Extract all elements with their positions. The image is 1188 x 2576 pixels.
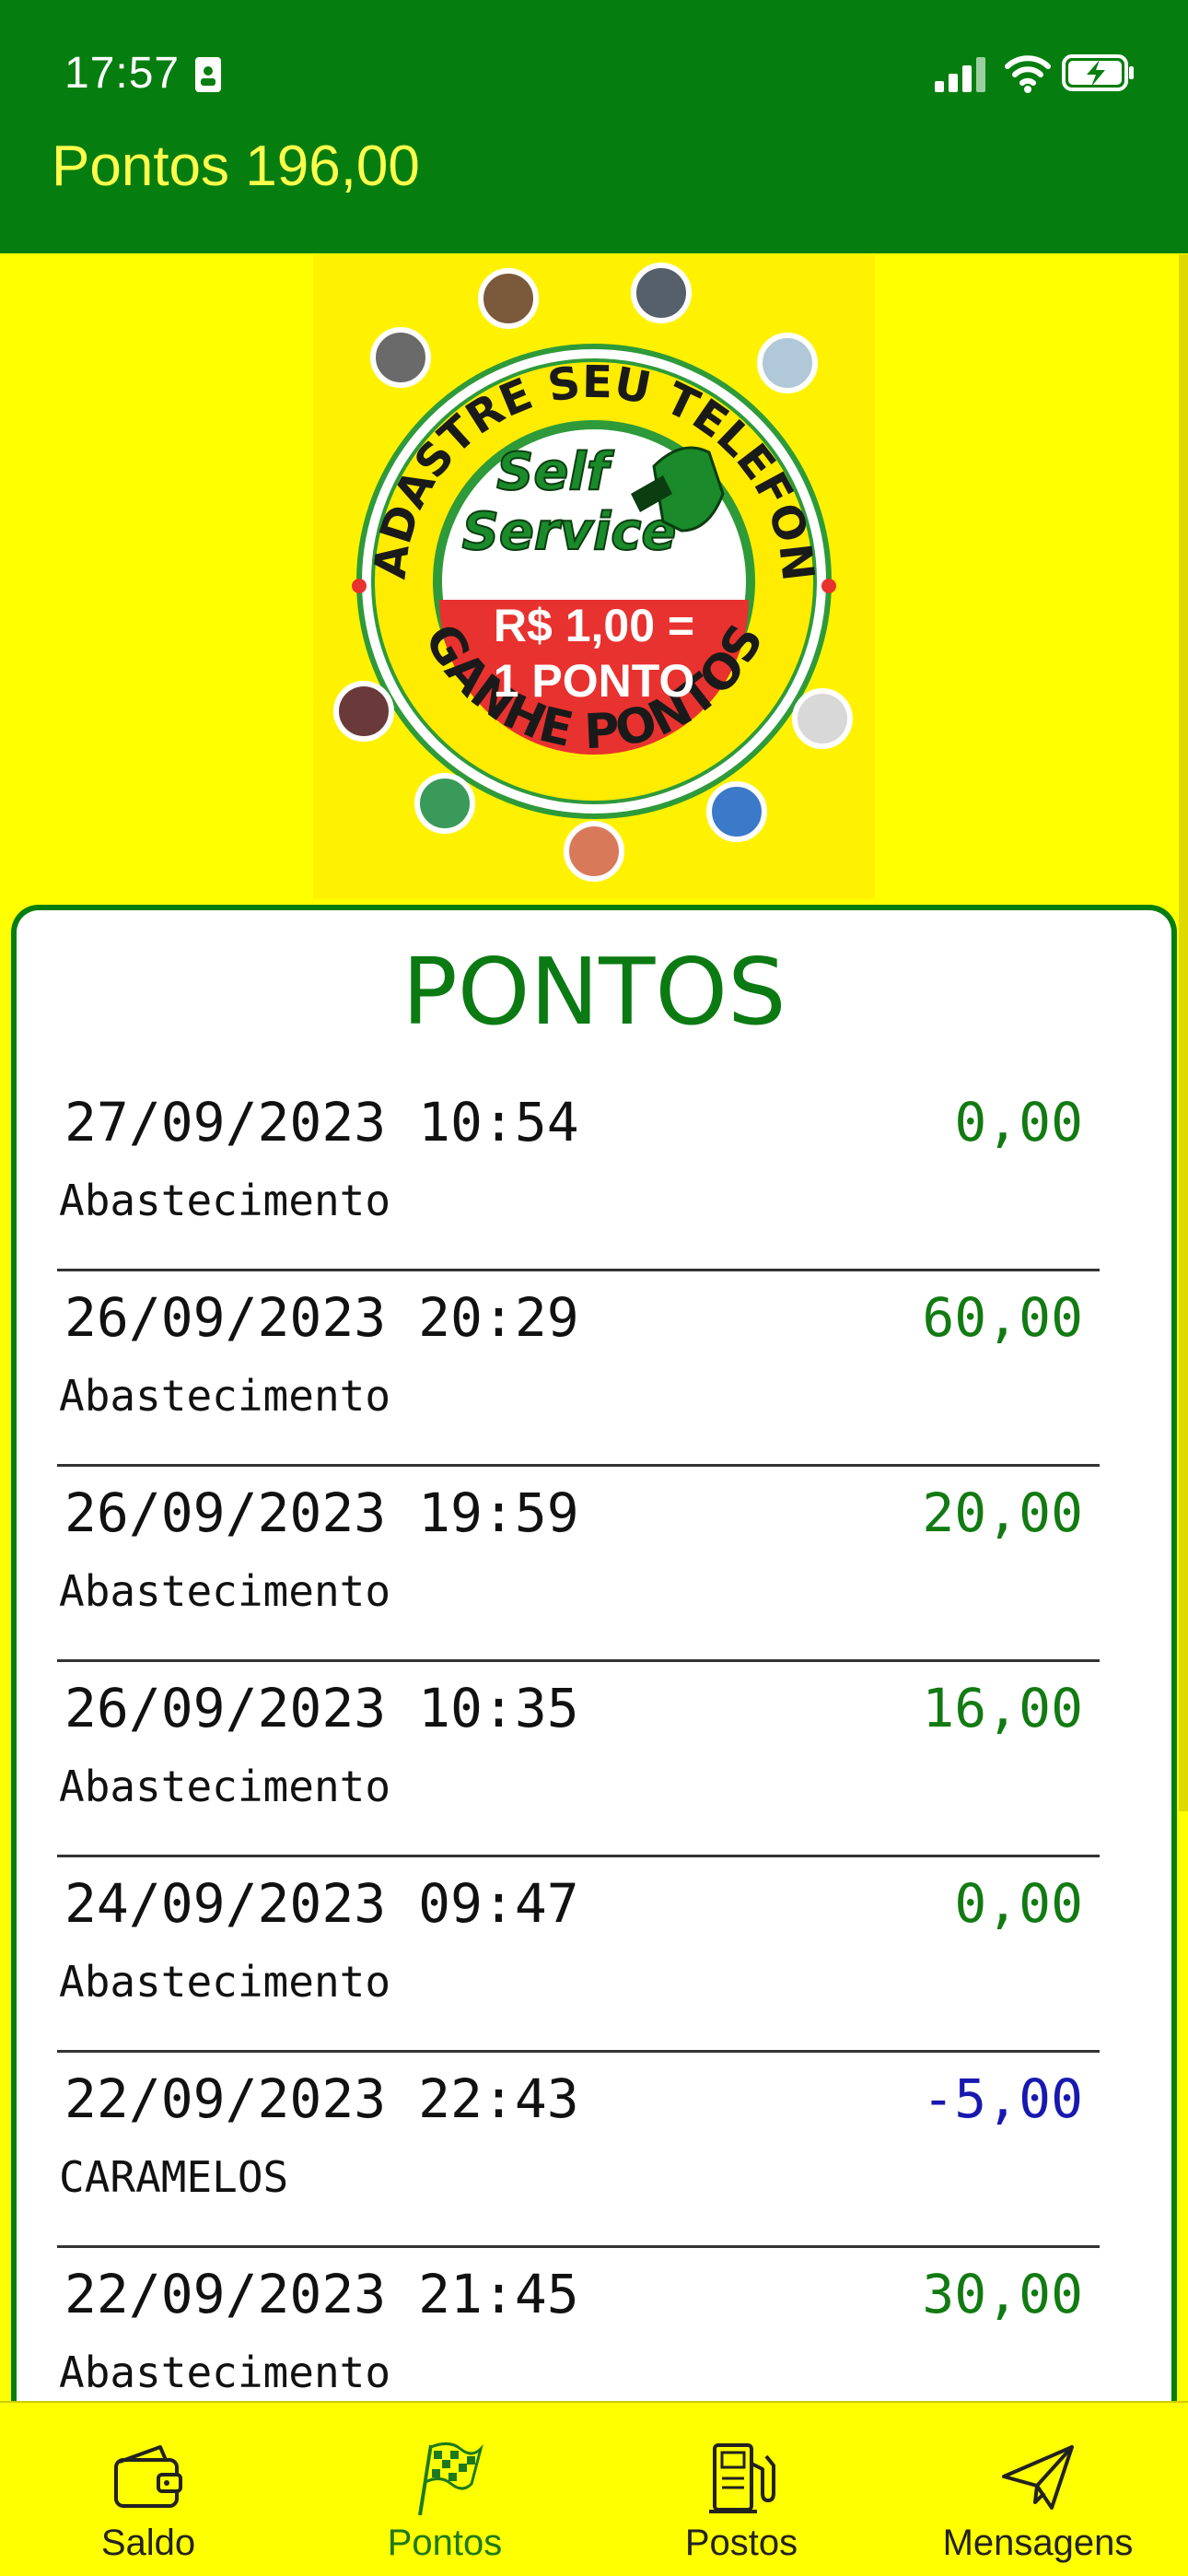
entry-value: 60,00: [922, 1286, 1083, 1349]
nav-label-postos: Postos: [684, 2523, 798, 2563]
entry-value: 0,00: [954, 1872, 1083, 1935]
nav-label-saldo: Saldo: [100, 2523, 196, 2563]
entry-date: 26/09/2023 19:59: [64, 1481, 579, 1544]
entry-value: 0,00: [954, 1091, 1083, 1153]
entry-description: Abastecimento: [59, 1371, 391, 1421]
promo-banner: CADASTRE SEU TELEFONE GANHE PONTOS Self …: [313, 254, 875, 899]
checkered-flag-icon: [418, 2442, 483, 2516]
entry-description: Abastecimento: [59, 1762, 391, 1811]
banner-rate-line1: R$ 1,00 =: [494, 600, 694, 651]
entry-description: Abastecimento: [59, 1957, 391, 2007]
entry-description: Abastecimento: [59, 1176, 391, 1225]
points-balance-title: Pontos 196,00: [52, 135, 420, 198]
list-item[interactable]: 22/09/2023 22:43 -5,00 CARAMELOS: [57, 2053, 1100, 2248]
banner-self-text: Self: [496, 442, 615, 502]
list-item[interactable]: 26/09/2023 19:59 20,00 Abastecimento: [57, 1467, 1100, 1662]
signal-strength-icon: [935, 57, 985, 92]
battery-charging-icon: [1062, 54, 1134, 91]
nav-label-mensagens: Mensagens: [942, 2523, 1134, 2563]
banner-service-text: Service: [462, 502, 677, 562]
nav-item-pontos[interactable]: Pontos: [297, 2403, 593, 2576]
list-item[interactable]: 22/09/2023 21:45 30,00 Abastecimento: [57, 2248, 1100, 2416]
fuel-pump-icon: [709, 2443, 775, 2513]
entry-date: 22/09/2023 21:45: [64, 2263, 579, 2325]
list-item[interactable]: 26/09/2023 10:35 16,00 Abastecimento: [57, 1662, 1100, 1857]
entry-description: CARAMELOS: [59, 2152, 289, 2202]
bottom-navigation: Saldo Pontos Postos Mensagens: [0, 2401, 1188, 2576]
entry-date: 26/09/2023 10:35: [64, 1677, 579, 1739]
banner-rate-line2: 1 PONTO: [494, 655, 695, 707]
entry-value: 16,00: [922, 1677, 1083, 1739]
entry-date: 24/09/2023 09:47: [64, 1872, 579, 1935]
points-list: 27/09/2023 10:54 0,00 Abastecimento 26/0…: [57, 1076, 1100, 2416]
entry-date: 26/09/2023 20:29: [64, 1286, 579, 1349]
entry-description: Abastecimento: [59, 1566, 391, 1616]
wifi-icon: [1005, 55, 1051, 93]
entry-date: 22/09/2023 22:43: [64, 2067, 579, 2130]
nav-label-pontos: Pontos: [387, 2523, 503, 2563]
app-header: 17:57 Pontos 196,00: [0, 0, 1188, 253]
nav-item-saldo[interactable]: Saldo: [0, 2403, 297, 2576]
entry-description: Abastecimento: [59, 2348, 391, 2397]
sim-card-icon: [195, 57, 221, 92]
points-card-title: PONTOS: [402, 938, 786, 1046]
list-item[interactable]: 27/09/2023 10:54 0,00 Abastecimento: [57, 1076, 1100, 1271]
status-bar: 17:57: [0, 0, 1188, 138]
entry-date: 27/09/2023 10:54: [64, 1091, 579, 1153]
status-time: 17:57: [64, 49, 181, 98]
entry-value: 30,00: [922, 2263, 1083, 2325]
entry-value: 20,00: [922, 1481, 1083, 1544]
nav-item-postos[interactable]: Postos: [593, 2403, 890, 2576]
points-card: PONTOS 27/09/2023 10:54 0,00 Abastecimen…: [11, 905, 1177, 2416]
entry-value: -5,00: [922, 2067, 1083, 2130]
paper-plane-icon: [1002, 2445, 1074, 2510]
list-item[interactable]: 26/09/2023 20:29 60,00 Abastecimento: [57, 1271, 1100, 1467]
list-item[interactable]: 24/09/2023 09:47 0,00 Abastecimento: [57, 1857, 1100, 2053]
scrollbar[interactable]: [1179, 254, 1188, 1811]
nav-item-mensagens[interactable]: Mensagens: [890, 2403, 1186, 2576]
wallet-icon: [114, 2445, 182, 2508]
